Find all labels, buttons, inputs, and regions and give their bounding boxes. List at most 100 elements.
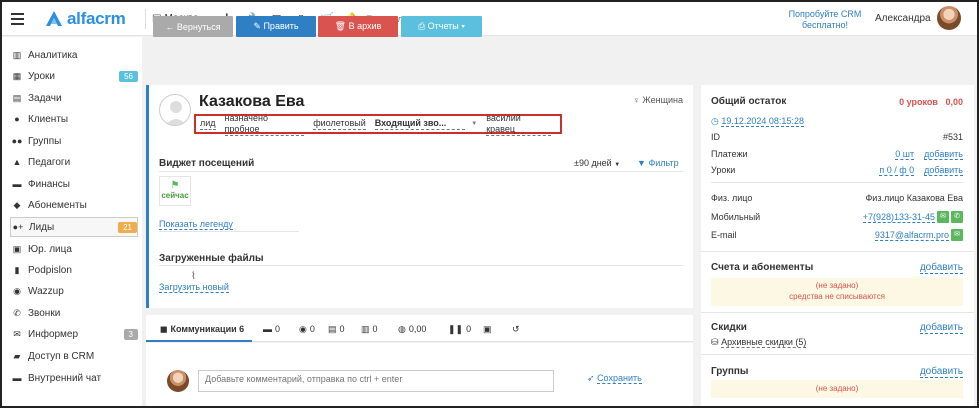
stats-icon: ▥ bbox=[361, 324, 370, 334]
sidebar-item-5[interactable]: ▲ Педагоги bbox=[10, 152, 138, 172]
tab-4[interactable]: ▥ 0 bbox=[361, 324, 378, 335]
archive-icon: ⛁ bbox=[711, 337, 719, 347]
sidebar-item-3[interactable]: ● Клиенты bbox=[10, 109, 138, 129]
communication-tabs: ◼ Коммуникации 6 ▬ 0 ◉ 0 ▤ 0 ▥ 0 ◍ 0,00 ❚❚ 0 ▣ ↺ bbox=[146, 315, 693, 342]
balance-title: Общий остаток bbox=[711, 96, 787, 107]
docs-icon: ▤ bbox=[328, 324, 337, 334]
active-tab-indicator bbox=[146, 340, 252, 342]
logo[interactable]: alfacrm bbox=[44, 9, 126, 29]
sidebar-item-label: Звонки bbox=[28, 307, 61, 319]
tab-label: 0 bbox=[466, 324, 472, 334]
try-free-link[interactable]: Попробуйте CRM бесплатно! bbox=[785, 9, 865, 31]
mail-icon[interactable]: ✉ bbox=[951, 229, 963, 241]
sidebar-item-label: Внутренний чат bbox=[28, 372, 102, 384]
tag-source[interactable]: Входящий зво... bbox=[374, 118, 466, 130]
sidebar-item-12[interactable]: ✆ Звонки bbox=[10, 303, 138, 323]
sidebar-item-6[interactable]: ▬ Финансы bbox=[10, 174, 138, 194]
filter-button[interactable]: ▼ Фильтр bbox=[637, 158, 679, 168]
lead-name: Казакова Ева bbox=[199, 93, 305, 110]
discounts-add-link[interactable]: добавить bbox=[919, 322, 963, 334]
tab-0[interactable]: ◼ Коммуникации 6 bbox=[160, 324, 244, 335]
tag-stage[interactable]: назначено пробное bbox=[224, 113, 305, 136]
accounts-add-link[interactable]: добавить bbox=[919, 262, 963, 274]
sidebar-item-9[interactable]: ▣ Юр. лица bbox=[10, 239, 138, 259]
sidebar-item-label: Клиенты bbox=[28, 113, 69, 125]
files-title: Загруженные файлы bbox=[159, 253, 264, 264]
tab-label: 0 bbox=[309, 324, 315, 334]
lead-card: Казакова Ева ♀ Женщина лид назначено про… bbox=[146, 85, 693, 308]
tab-6[interactable]: ❚❚ 0 bbox=[448, 324, 471, 335]
sidebar-item-4[interactable]: ●● Группы bbox=[10, 131, 138, 151]
payments-add-link[interactable]: добавить bbox=[924, 149, 963, 160]
chat-icon: ▬ bbox=[263, 324, 272, 334]
sidebar-item-2[interactable]: ▤ Задачи bbox=[10, 88, 138, 108]
reports-button[interactable]: ⎙ Отчеты ▾ bbox=[401, 16, 482, 37]
clipboard-icon: ▤ bbox=[12, 92, 22, 103]
tag-status[interactable]: лид bbox=[200, 118, 216, 130]
sidebar-item-label: Педагоги bbox=[28, 156, 71, 168]
comment-input[interactable] bbox=[198, 370, 554, 392]
divider bbox=[159, 231, 299, 232]
mobile-row: Мобильный +7(928)133-31-45 ✉ ✆ bbox=[711, 211, 963, 223]
user-avatar bbox=[167, 370, 189, 392]
archive-discounts-link[interactable]: ⛁ Архивные скидки (5) bbox=[711, 337, 807, 348]
logo-text: alfacrm bbox=[67, 9, 126, 28]
id-row: ID #531 bbox=[711, 132, 963, 142]
app-window: alfacrm ▤ Москва ▼ + 🔧 ✉ ▯ 🛒 🔔 Попробуйт… bbox=[0, 0, 979, 408]
pause-icon: ❚❚ bbox=[448, 324, 464, 334]
mobile-link[interactable]: +7(928)133-31-45 bbox=[862, 212, 935, 223]
sidebar-item-15[interactable]: ▬ Внутренний чат bbox=[10, 368, 138, 388]
edit-button[interactable]: ✎ Править bbox=[236, 16, 316, 37]
sidebar-item-10[interactable]: ▮ Podpislon bbox=[10, 260, 138, 280]
sidebar-item-8[interactable]: ●+ Лиды 21 bbox=[10, 217, 138, 237]
card-accent bbox=[146, 85, 149, 308]
range-select[interactable]: ±90 дней ▼ bbox=[574, 158, 620, 168]
tag-color[interactable]: фиолетовый bbox=[313, 118, 366, 130]
tab-8[interactable]: ↺ bbox=[512, 324, 523, 335]
balance-summary: 0 уроков 0,00 bbox=[899, 97, 963, 107]
lock-icon: ▰ bbox=[13, 350, 21, 361]
email-link[interactable]: 9317@alfacrm.pro bbox=[874, 230, 949, 241]
sms-icon[interactable]: ✉ bbox=[937, 211, 949, 223]
sidebar-item-1[interactable]: ▦ Уроки 56 bbox=[10, 66, 138, 86]
save-comment-button[interactable]: ➶ Сохранить bbox=[587, 373, 642, 384]
tab-5[interactable]: ◍ 0,00 bbox=[398, 324, 426, 335]
date-link[interactable]: ◷ 19.12.2024 08:15:28 bbox=[711, 116, 804, 127]
sidebar-item-label: Информер bbox=[28, 328, 79, 340]
sidebar-item-label: Финансы bbox=[28, 178, 70, 190]
lessons-count[interactable]: п 0 / ф 0 bbox=[879, 165, 915, 176]
user-icon: ● bbox=[14, 114, 20, 124]
menu-icon[interactable] bbox=[11, 13, 24, 25]
back-button[interactable]: ← Вернуться bbox=[153, 16, 233, 37]
now-cell[interactable]: ⚑ сейчас bbox=[159, 176, 191, 206]
upload-link[interactable]: Загрузить новый bbox=[159, 282, 229, 293]
sidebar-item-13[interactable]: ✉ Информер 3 bbox=[10, 324, 138, 344]
tab-2[interactable]: ◉ 0 bbox=[299, 324, 315, 335]
email-row: E-mail 9317@alfacrm.pro ✉ bbox=[711, 229, 963, 241]
groups-add-link[interactable]: добавить bbox=[919, 366, 963, 378]
tab-7[interactable]: ▣ bbox=[483, 324, 495, 335]
sidebar-item-0[interactable]: ▥ Аналитика bbox=[10, 45, 138, 65]
phone-icon[interactable]: ✆ bbox=[951, 211, 963, 223]
divider bbox=[159, 171, 683, 172]
user-name[interactable]: Александра bbox=[875, 13, 931, 24]
chat-icon: ▬ bbox=[12, 373, 22, 383]
divider bbox=[711, 182, 963, 183]
tab-3[interactable]: ▤ 0 bbox=[328, 324, 345, 335]
sidebar-item-7[interactable]: ◆ Абонементы bbox=[10, 195, 138, 215]
sidebar-item-11[interactable]: ◉ Wazzup bbox=[10, 281, 138, 301]
groups-warning: (не задано) bbox=[711, 380, 963, 398]
briefcase-icon: ▣ bbox=[12, 243, 22, 254]
count-badge: 56 bbox=[119, 70, 138, 82]
tab-1[interactable]: ▬ 0 bbox=[263, 324, 280, 334]
sidebar-item-label: Абонементы bbox=[28, 199, 87, 211]
lessons-add-link[interactable]: добавить bbox=[924, 165, 963, 176]
user-avatar[interactable] bbox=[937, 6, 961, 30]
tag-manager[interactable]: василий кравец bbox=[486, 113, 551, 136]
money-icon: ▬ bbox=[12, 179, 22, 189]
archive-button[interactable]: 🗑 В архив bbox=[318, 16, 398, 37]
flag-icon: ⚑ bbox=[170, 180, 180, 191]
sidebar-item-14[interactable]: ▰ Доступ в CRM bbox=[10, 346, 138, 366]
legend-link[interactable]: Показать легенду bbox=[159, 219, 233, 230]
payments-count[interactable]: 0 шт bbox=[895, 149, 915, 160]
